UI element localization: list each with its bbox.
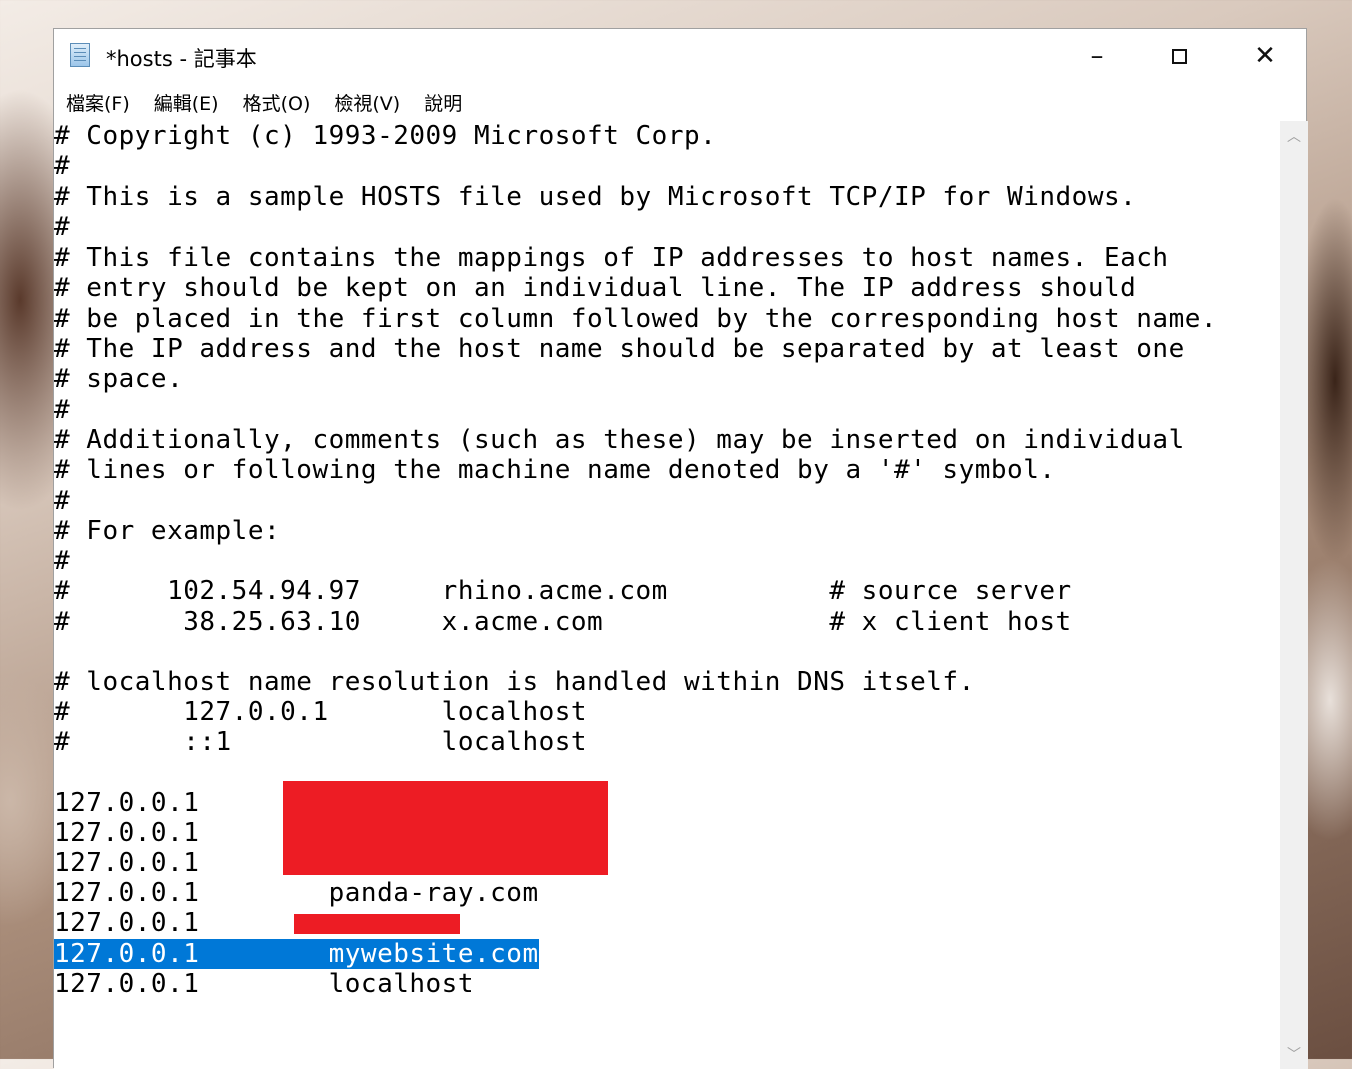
redaction-block xyxy=(294,914,460,934)
menu-format[interactable]: 格式(O) xyxy=(243,89,311,116)
text-line[interactable]: # 38.25.63.10 x.acme.com # x client host xyxy=(54,607,1072,637)
text-line[interactable]: 127.0.0.1 panda-ray.com xyxy=(54,878,539,908)
chevron-down-icon: ﹀ xyxy=(1287,1047,1301,1063)
text-line[interactable]: # Copyright (c) 1993-2009 Microsoft Corp… xyxy=(54,121,716,151)
text-line[interactable]: # be placed in the first column followed… xyxy=(54,304,1217,334)
text-line[interactable]: # xyxy=(54,151,70,181)
text-line[interactable]: # For example: xyxy=(54,516,280,546)
text-line[interactable]: # localhost name resolution is handled w… xyxy=(54,667,975,697)
minimize-button[interactable]: – xyxy=(1054,29,1140,83)
text-line[interactable]: # lines or following the machine name de… xyxy=(54,455,1056,485)
title-bar[interactable]: *hosts - 記事本 – ✕ xyxy=(54,29,1306,83)
menu-file[interactable]: 檔案(F) xyxy=(66,89,130,116)
text-line[interactable]: # ::1 localhost xyxy=(54,727,587,757)
text-line[interactable]: # Additionally, comments (such as these)… xyxy=(54,425,1185,455)
menu-bar: 檔案(F) 編輯(E) 格式(O) 檢視(V) 說明 xyxy=(54,83,1306,121)
redaction-block xyxy=(283,781,608,875)
notepad-icon xyxy=(70,43,90,67)
window-title: *hosts - 記事本 xyxy=(106,47,257,71)
text-line[interactable]: 127.0.0.1 xyxy=(54,908,199,938)
menu-edit[interactable]: 編輯(E) xyxy=(154,89,219,116)
text-line[interactable]: # space. xyxy=(54,364,183,394)
text-line[interactable]: # xyxy=(54,486,70,516)
text-line[interactable]: # xyxy=(54,395,70,425)
text-line[interactable]: # This file contains the mappings of IP … xyxy=(54,243,1169,273)
text-editor-area[interactable]: 127.0.0.1 localhost 127.0.0.1 mywebsite.c… xyxy=(54,121,1280,1069)
text-line[interactable]: 127.0.0.1 localhost xyxy=(54,969,474,999)
text-line[interactable]: # The IP address and the host name shoul… xyxy=(54,334,1185,364)
text-line[interactable]: 127.0.0.1 xyxy=(54,788,199,818)
text-line[interactable]: # 102.54.94.97 rhino.acme.com # source s… xyxy=(54,576,1072,606)
scroll-down-button[interactable]: ﹀ xyxy=(1280,1039,1308,1069)
menu-help[interactable]: 說明 xyxy=(424,89,462,116)
maximize-icon xyxy=(1171,48,1187,64)
selected-text-line[interactable]: 127.0.0.1 mywebsite.com xyxy=(54,939,539,969)
chevron-up-icon: ︿ xyxy=(1287,129,1301,145)
notepad-window: *hosts - 記事本 – ✕ 檔案(F) 編輯(E) 格式(O) 檢視(V)… xyxy=(53,28,1308,1069)
text-line[interactable]: # entry should be kept on an individual … xyxy=(54,273,1136,303)
text-line[interactable]: # xyxy=(54,546,70,576)
close-icon: ✕ xyxy=(1254,41,1276,71)
close-button[interactable]: ✕ xyxy=(1222,29,1308,83)
scroll-up-button[interactable]: ︿ xyxy=(1280,121,1308,151)
text-line[interactable]: 127.0.0.1 xyxy=(54,848,199,878)
text-line[interactable]: 127.0.0.1 xyxy=(54,818,199,848)
minimize-icon: – xyxy=(1090,41,1104,71)
maximize-button[interactable] xyxy=(1136,29,1222,83)
menu-view[interactable]: 檢視(V) xyxy=(334,89,400,116)
text-line[interactable]: # This is a sample HOSTS file used by Mi… xyxy=(54,182,1136,212)
text-line[interactable]: # xyxy=(54,212,70,242)
vertical-scrollbar[interactable]: ︿ ﹀ xyxy=(1280,121,1308,1069)
text-line[interactable]: # 127.0.0.1 localhost xyxy=(54,697,587,727)
